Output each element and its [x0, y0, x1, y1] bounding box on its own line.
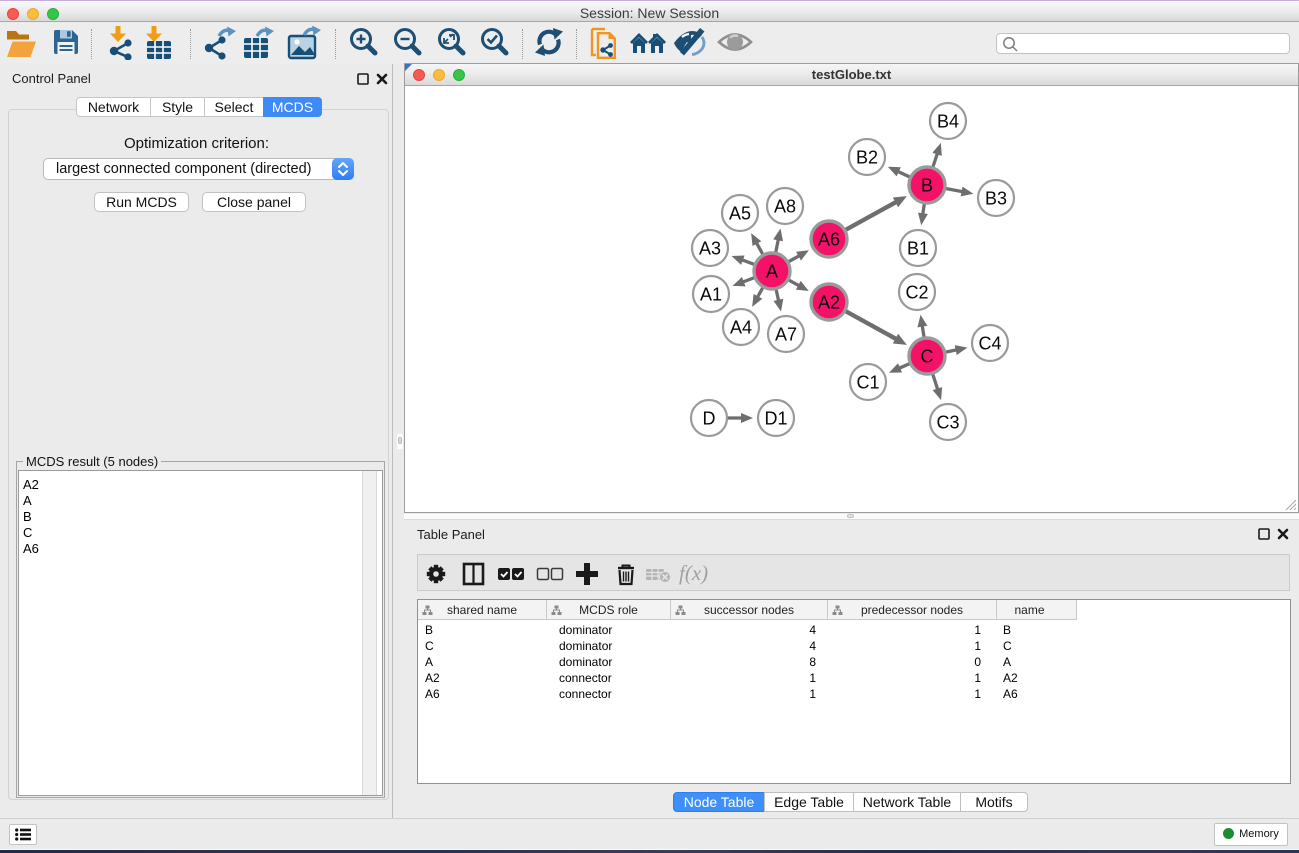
- svg-text:A1: A1: [700, 285, 722, 305]
- svg-text:C3: C3: [936, 413, 959, 433]
- svg-text:D: D: [703, 409, 716, 429]
- svg-text:A4: A4: [730, 318, 752, 338]
- svg-text:A5: A5: [729, 204, 751, 224]
- svg-text:B4: B4: [937, 112, 959, 132]
- svg-text:A7: A7: [775, 325, 797, 345]
- svg-text:A: A: [766, 262, 778, 282]
- svg-text:C2: C2: [905, 283, 928, 303]
- svg-text:A6: A6: [818, 230, 840, 250]
- svg-text:B2: B2: [856, 148, 878, 168]
- svg-text:f(x): f(x): [679, 561, 708, 585]
- svg-text:C1: C1: [856, 373, 879, 393]
- svg-text:B3: B3: [985, 189, 1007, 209]
- svg-text:C4: C4: [978, 334, 1001, 354]
- svg-text:A3: A3: [699, 239, 721, 259]
- svg-text:A8: A8: [774, 197, 796, 217]
- svg-text:A2: A2: [818, 293, 840, 313]
- svg-text:C: C: [921, 347, 934, 367]
- svg-text:B1: B1: [907, 239, 929, 259]
- svg-text:B: B: [921, 176, 933, 196]
- svg-text:D1: D1: [764, 409, 787, 429]
